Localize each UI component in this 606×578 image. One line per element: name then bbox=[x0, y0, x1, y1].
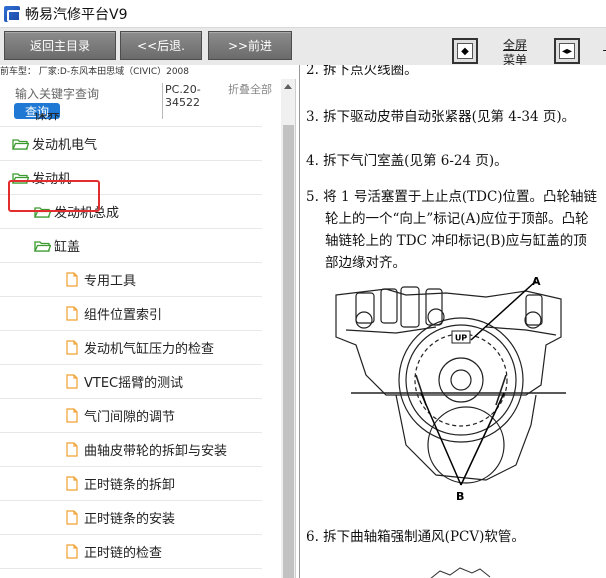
doc-step-6: 6. 拆下曲轴箱强制通风(PCV)软管。 bbox=[306, 529, 525, 545]
tree-item-partial[interactable]: 保养 bbox=[0, 113, 262, 127]
doc-step-4: 4. 拆下气门室盖(见第 6-24 页)。 bbox=[306, 153, 508, 169]
document-icon bbox=[66, 476, 78, 491]
doc-step-3: 3. 拆下驱动皮带自动张紧器(见第 4-34 页)。 bbox=[306, 109, 576, 125]
document-icon bbox=[66, 442, 78, 457]
next-figure-partial bbox=[430, 567, 491, 578]
figure-label-a: A bbox=[532, 275, 541, 288]
title-bar: 畅易汽修平台V9 bbox=[0, 0, 606, 28]
tree-item-valve-clearance[interactable]: 气门间隙的调节 bbox=[0, 399, 262, 433]
document-icon bbox=[66, 544, 78, 559]
tree-item-crank-pulley[interactable]: 曲轴皮带轮的拆卸与安装 bbox=[0, 433, 262, 467]
doc-step-5-line: 轮上的一个“向上”标记(A)应位于顶部。凸轮 bbox=[325, 211, 589, 227]
camshaft-sprocket-diagram: UP A B bbox=[335, 275, 566, 503]
current-vehicle-info: 前车型： 厂家:D-东风本田思域（CIVIC）2008 bbox=[0, 65, 290, 79]
tree-item-label: 保养 bbox=[34, 113, 61, 123]
collapse-panel-icon[interactable]: ◆ bbox=[452, 38, 478, 64]
doc-step-5-line: 部边缘对齐。 bbox=[325, 255, 406, 271]
figure-label-b: B bbox=[456, 490, 464, 503]
document-icon bbox=[66, 510, 78, 525]
tree-item-label: 组件位置索引 bbox=[84, 308, 163, 323]
tree-item-compression-check[interactable]: 发动机气缸压力的检查 bbox=[0, 331, 262, 365]
tree-item-label: 正时链条的安装 bbox=[84, 512, 176, 527]
tree-item-label: 发动机电气 bbox=[32, 138, 98, 153]
scroll-up-arrow-icon[interactable] bbox=[281, 79, 295, 93]
tree-item-label: 缸盖 bbox=[54, 240, 81, 255]
doc-step-2-partial: 2. 拆下点火线圈。 bbox=[306, 65, 418, 78]
tree-item-cylinder-head[interactable]: 缸盖 bbox=[0, 229, 262, 263]
app-icon bbox=[4, 5, 21, 22]
expand-panel-icon[interactable]: ◂▸ bbox=[554, 38, 580, 64]
tree-item-engine-electrical[interactable]: 发动机电气 bbox=[0, 127, 262, 161]
tree-item-label: 曲轴皮带轮的拆卸与安装 bbox=[84, 444, 228, 459]
scrollbar-thumb[interactable] bbox=[283, 125, 294, 578]
toolbar-overflow-link[interactable] bbox=[600, 38, 606, 53]
doc-step-5: 5. 将 1 号活塞置于上止点(TDC)位置。凸轮轴链 轮上的一个“向上”标记(… bbox=[306, 186, 606, 274]
folder-icon bbox=[12, 138, 29, 150]
search-input[interactable] bbox=[15, 85, 155, 103]
doc-step-5-line: 5. 将 1 号活塞置于上止点(TDC)位置。凸轮轴链 bbox=[306, 189, 598, 205]
tree-item-vtec-test[interactable]: VTEC摇臂的测试 bbox=[0, 365, 262, 399]
fullscreen-menu-link[interactable]: 全屏 菜单 bbox=[498, 38, 532, 68]
document-icon bbox=[66, 272, 78, 287]
fullscreen-label: 全屏 bbox=[502, 38, 527, 52]
document-viewer: 2. 拆下点火线圈。 3. 拆下驱动皮带自动张紧器(见第 4-34 页)。 4.… bbox=[299, 65, 606, 578]
back-to-main-button[interactable]: 返回主目录 bbox=[4, 31, 116, 60]
collapse-all-button[interactable]: 折叠全部 bbox=[228, 83, 272, 96]
left-scrollbar[interactable] bbox=[281, 79, 295, 578]
tree-item-label: 正时链条的拆卸 bbox=[84, 478, 176, 493]
toolbar: 返回主目录 <<后退. >>前进 ◆ 全屏 菜单 ◂▸ bbox=[0, 28, 606, 68]
tree-item-label: 气门间隙的调节 bbox=[84, 410, 176, 425]
document-icon bbox=[66, 374, 78, 389]
highlight-annotation-box bbox=[8, 180, 100, 212]
forward-button[interactable]: >>前进 bbox=[208, 31, 292, 60]
back-button[interactable]: <<后退. bbox=[120, 31, 202, 60]
up-mark-label: UP bbox=[455, 334, 467, 343]
tree-item-timing-chain-removal[interactable]: 正时链条的拆卸 bbox=[0, 467, 262, 501]
tree-item-special-tools[interactable]: 专用工具 bbox=[0, 263, 262, 297]
document-icon bbox=[66, 340, 78, 355]
tree-item-label: 发动机气缸压力的检查 bbox=[84, 342, 215, 357]
tree-item-timing-chain-check[interactable]: 正时链的检查 bbox=[0, 535, 262, 569]
window-title: 畅易汽修平台V9 bbox=[25, 6, 128, 23]
left-navigation-panel: 查询 PC.20-34522 折叠全部 保养 发动机电气 发动机 发动机总成 缸… bbox=[0, 79, 296, 578]
document-icon bbox=[66, 306, 78, 321]
doc-step-5-line: 轴链轮上的 TDC 冲印标记(B)应与缸盖的顶 bbox=[325, 233, 587, 249]
tree-item-component-index[interactable]: 组件位置索引 bbox=[0, 297, 262, 331]
tree-item-label: VTEC摇臂的测试 bbox=[84, 376, 184, 391]
tree-item-label: 正时链的检查 bbox=[84, 546, 163, 561]
tree-item-timing-chain-install[interactable]: 正时链条的安装 bbox=[0, 501, 262, 535]
document-icon bbox=[66, 408, 78, 423]
tree-item-label: 专用工具 bbox=[84, 274, 137, 289]
folder-open-icon bbox=[34, 240, 51, 252]
